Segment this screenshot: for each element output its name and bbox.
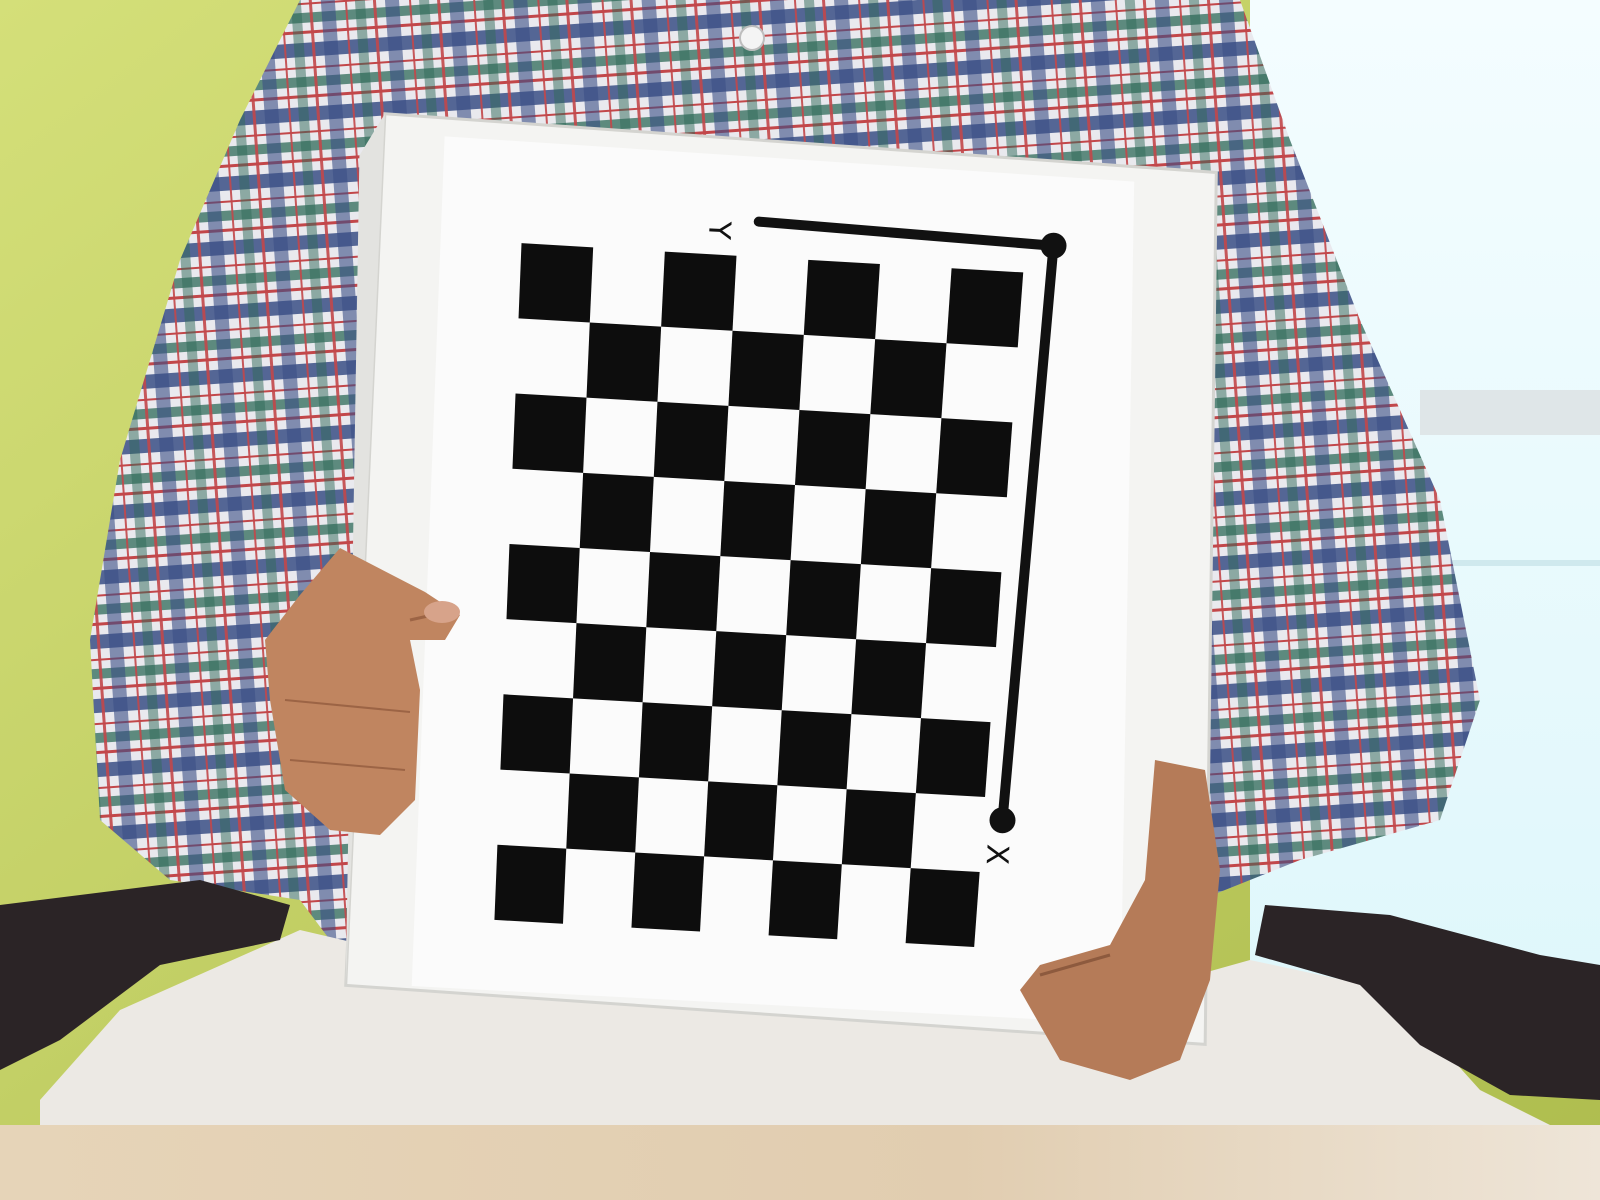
checker-square-r2-c4 <box>794 409 871 490</box>
checker-square-r8-c0 <box>494 844 567 924</box>
checker-square-r6-c6 <box>915 718 991 798</box>
checker-square-r6-c0 <box>500 694 574 774</box>
y-axis-label: Y <box>701 219 737 241</box>
checker-square-r2-c0 <box>512 393 587 473</box>
checker-square-r8-c6 <box>905 868 980 947</box>
checker-square-r5-c5 <box>851 639 927 719</box>
checker-square-r1-c1 <box>586 322 662 402</box>
checker-square-r7-c5 <box>841 789 916 869</box>
checker-square-r3-c1 <box>579 472 654 553</box>
checker-square-r4-c0 <box>506 543 580 624</box>
checker-square-r4-c4 <box>786 560 861 640</box>
checker-square-r7-c1 <box>566 773 639 853</box>
checker-square-r4-c6 <box>926 568 1002 648</box>
photo-scene: Y X <box>0 0 1600 1200</box>
shirt-button <box>739 25 765 51</box>
checker-square-r0-c4 <box>803 259 880 340</box>
calibration-binder: Y X <box>344 112 1218 1046</box>
checker-square-r8-c4 <box>768 860 842 940</box>
checker-square-r2-c6 <box>936 418 1013 498</box>
checker-square-r0-c2 <box>661 251 737 331</box>
checker-square-r0-c0 <box>518 243 594 323</box>
checker-square-r1-c3 <box>728 330 804 410</box>
x-axis-label: X <box>979 843 1015 865</box>
checker-square-r5-c3 <box>712 631 787 711</box>
checker-square-r3-c5 <box>860 489 937 569</box>
checker-square-r7-c3 <box>704 781 778 861</box>
checker-square-r2-c2 <box>653 401 729 482</box>
checker-square-r6-c4 <box>777 710 852 790</box>
checker-square-r3-c3 <box>720 481 795 561</box>
checker-square-r8-c2 <box>631 852 705 932</box>
desk-edge <box>0 1125 1600 1200</box>
checker-square-r5-c1 <box>573 623 647 703</box>
checker-square-r6-c2 <box>638 702 713 782</box>
checker-square-r0-c6 <box>946 268 1024 348</box>
thumbnail <box>424 601 460 623</box>
checker-square-r4-c2 <box>646 552 721 632</box>
checker-square-r1-c5 <box>870 339 947 419</box>
